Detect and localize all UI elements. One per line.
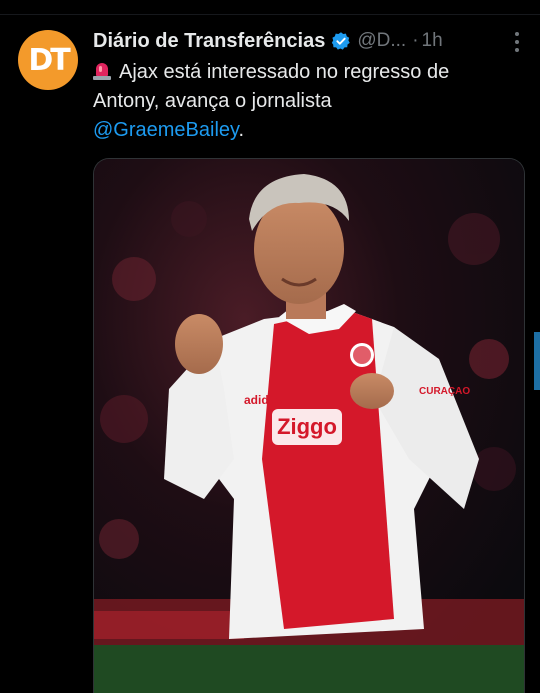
scrollbar-thumb[interactable]: [534, 332, 540, 390]
author-handle[interactable]: @D...: [357, 30, 406, 52]
tweet-header: Diário de Transferências @D... · 1h: [93, 28, 528, 54]
avatar-logo: DT: [28, 42, 70, 78]
avatar[interactable]: DT: [18, 30, 78, 90]
mention-link[interactable]: @GraemeBailey: [93, 119, 239, 141]
player-photo: Ziggo adidas CURAÇAO: [94, 159, 524, 693]
mention-suffix: .: [238, 119, 245, 141]
siren-emoji-icon: [93, 60, 111, 80]
sleeve-sponsor: CURAÇAO: [419, 386, 470, 397]
divider: [0, 14, 540, 15]
tweet-text: Ajax está interessado no regresso de Ant…: [93, 58, 523, 145]
jersey-sponsor: Ziggo: [277, 414, 337, 439]
more-options-icon[interactable]: [514, 32, 520, 52]
tweet-media-image[interactable]: Ziggo adidas CURAÇAO: [93, 158, 525, 693]
kit-brand: adidas: [244, 393, 282, 407]
author-name[interactable]: Diário de Transferências: [93, 30, 325, 53]
tweet-text-line-2: Antony, avança o jornalista: [93, 90, 332, 112]
timestamp[interactable]: 1h: [422, 30, 443, 52]
verified-badge-icon: [332, 32, 351, 50]
tweet-text-line-1: Ajax está interessado no regresso de: [119, 61, 450, 83]
separator-dot: ·: [412, 30, 419, 51]
